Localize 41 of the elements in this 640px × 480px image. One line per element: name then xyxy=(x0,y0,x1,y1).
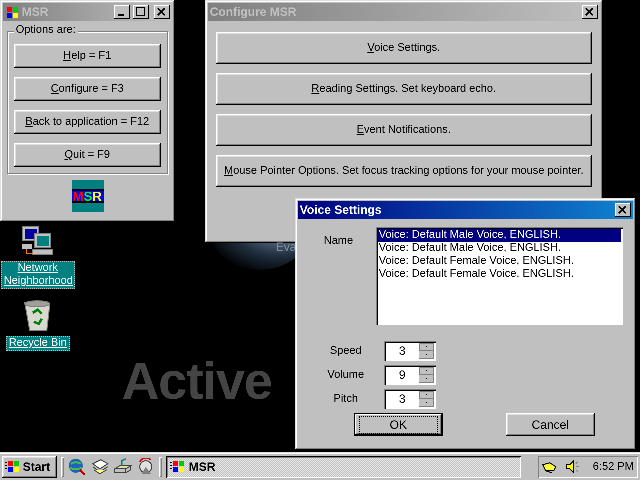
dialog-button[interactable]: OK xyxy=(354,413,443,436)
field-label: Speed xyxy=(329,345,363,357)
start-button[interactable]: Start xyxy=(2,456,57,478)
voice-list-item[interactable]: Voice: Default Female Voice, ENGLISH. xyxy=(378,268,621,281)
desk-icon[interactable] xyxy=(114,458,132,476)
voice-list-item[interactable]: Voice: Default Female Voice, ENGLISH. xyxy=(378,255,621,268)
desktop-icon-label[interactable]: Recycle Bin xyxy=(6,336,70,351)
group-label: Options are: xyxy=(14,24,78,36)
close-icon[interactable] xyxy=(154,5,170,19)
satellite-dish-icon[interactable] xyxy=(137,458,155,476)
windows-flag-icon xyxy=(5,460,21,474)
menu-option-button[interactable]: Back to application = F12 xyxy=(14,110,161,134)
minimize-icon[interactable] xyxy=(114,5,130,19)
menu-option-button[interactable]: Configure = F3 xyxy=(14,77,161,101)
voice-list-item[interactable]: Voice: Default Male Voice, ENGLISH. xyxy=(378,242,621,255)
maximize-icon[interactable] xyxy=(133,5,149,19)
close-icon[interactable] xyxy=(615,203,631,217)
windows-flag-icon xyxy=(170,460,186,474)
settings-category-button[interactable]: Event Notifications. xyxy=(216,114,592,146)
voice-list-item[interactable]: Voice: Default Male Voice, ENGLISH. xyxy=(378,229,621,242)
taskbar-task-button[interactable]: MSR xyxy=(166,456,521,478)
settings-category-button[interactable]: Voice Settings. xyxy=(216,32,592,64)
close-icon[interactable] xyxy=(582,5,598,19)
window-title: Voice Settings xyxy=(300,203,382,217)
dialog-button[interactable]: Cancel xyxy=(506,413,595,436)
menu-option-button[interactable]: Help = F1 xyxy=(14,44,161,68)
computers-icon[interactable] xyxy=(21,226,55,258)
field-label: Volume xyxy=(326,369,366,381)
clock: 6:52 PM xyxy=(593,461,634,473)
speaker-icon[interactable] xyxy=(565,459,581,475)
window-title: MSR xyxy=(22,5,49,19)
wallpaper-text: Active xyxy=(122,352,272,412)
field-label: Name xyxy=(323,234,354,249)
windows-flag-icon xyxy=(5,5,19,19)
msr-logo: MSR xyxy=(72,180,104,212)
globe-icon[interactable] xyxy=(68,458,86,476)
settings-category-button[interactable]: Reading Settings. Set keyboard echo. xyxy=(216,73,592,105)
field-label: Pitch xyxy=(332,393,360,405)
settings-category-button[interactable]: Mouse Pointer Options. Set focus tracking options for your mouse pointer. xyxy=(216,155,592,187)
desktop-icon-label[interactable]: Network Neighborhood xyxy=(1,261,75,289)
menu-option-button[interactable]: Quit = F9 xyxy=(14,143,161,167)
